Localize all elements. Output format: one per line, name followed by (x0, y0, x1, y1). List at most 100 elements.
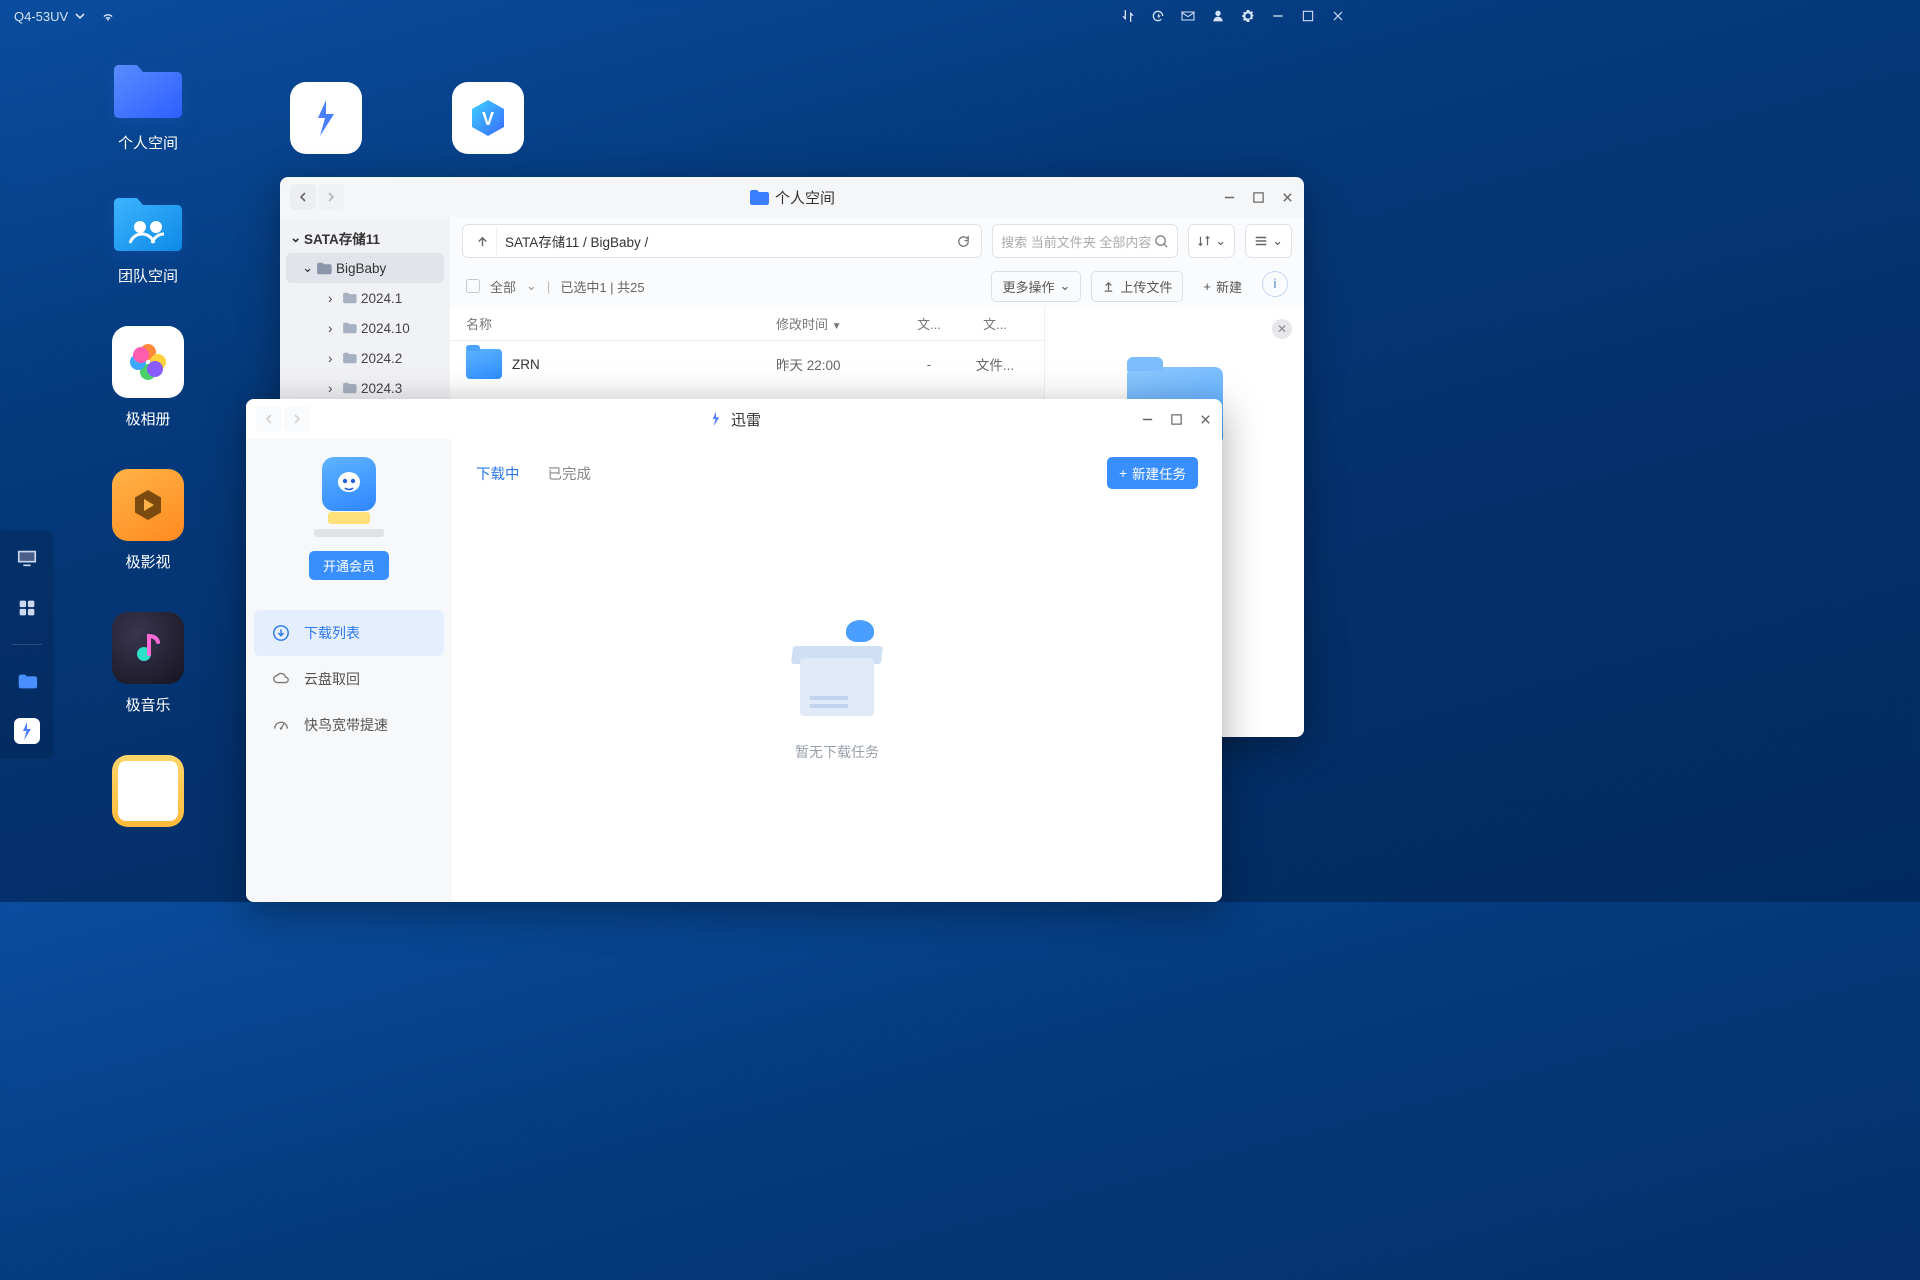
dock-apps[interactable] (13, 594, 41, 622)
xl-titlebar: 迅雷 (246, 399, 1222, 439)
xl-sidebar: VIP|年 开通会员 下载列表 云盘取回 快鸟宽带提速 (246, 439, 452, 902)
create-button[interactable]: +新建 (1193, 271, 1252, 302)
row-mtime: 昨天 22:00 (776, 354, 896, 374)
more-actions-button[interactable]: 更多操作⌄ (991, 271, 1081, 302)
tree-folder[interactable]: ›2024.10 (280, 313, 450, 343)
breadcrumb-path: SATA存储11 / BigBaby / (505, 231, 648, 251)
folder-team-icon (110, 193, 186, 255)
table-header: 名称 修改时间 ▼ 文... 文... (450, 307, 1044, 341)
breadcrumb[interactable]: SATA存储11 / BigBaby / (462, 224, 982, 258)
cloud-icon (272, 670, 290, 688)
desktop-icon-personal[interactable]: 个人空间 (100, 60, 196, 153)
mail-icon[interactable] (1180, 8, 1196, 24)
maximize-icon[interactable] (1300, 8, 1316, 24)
tree-folder-selected[interactable]: ⌄BigBaby (286, 253, 444, 283)
desktop-icon-label: 极影视 (125, 551, 170, 572)
dock-monitor[interactable] (13, 544, 41, 572)
empty-illustration (782, 612, 892, 722)
col-type[interactable]: 文... (962, 314, 1028, 333)
menu-downloads[interactable]: 下载列表 (254, 610, 444, 656)
xl-main: 下载中 已完成 +新建任务 暂无下载任务 (452, 439, 1222, 902)
menu-cloud[interactable]: 云盘取回 (246, 656, 452, 702)
row-type: 文件... (962, 354, 1028, 374)
user-icon[interactable] (1210, 8, 1226, 24)
nav-up[interactable] (469, 227, 497, 255)
minimize-icon[interactable] (1141, 413, 1154, 426)
desktop-icon-music[interactable]: 极音乐 (100, 612, 196, 715)
xunlei-icon (707, 410, 725, 428)
preview-close[interactable]: ✕ (1272, 319, 1292, 339)
all-label[interactable]: 全部 (490, 277, 516, 296)
nav-forward[interactable] (284, 406, 310, 432)
col-name[interactable]: 名称 (466, 314, 776, 333)
xl-avatar[interactable]: VIP|年 (322, 457, 376, 511)
photos-app-icon (112, 326, 184, 398)
menu-speedup[interactable]: 快鸟宽带提速 (246, 702, 452, 748)
xl-title: 迅雷 (731, 409, 761, 430)
empty-text: 暂无下载任务 (795, 742, 879, 762)
nav-back[interactable] (290, 184, 316, 210)
tree-folder[interactable]: ›2024.1 (280, 283, 450, 313)
dock-xunlei[interactable] (13, 717, 41, 745)
col-size[interactable]: 文... (896, 314, 962, 333)
sort-button[interactable]: ⌄ (1188, 224, 1235, 258)
search-input[interactable]: 搜索 当前文件夹 全部内容 (992, 224, 1178, 258)
select-all-checkbox[interactable] (466, 279, 480, 293)
fb-title: 个人空间 (775, 187, 835, 208)
xunlei-app-icon[interactable] (290, 82, 362, 154)
close-icon[interactable] (1199, 413, 1212, 426)
desktop-icon-team[interactable]: 团队空间 (100, 193, 196, 286)
wifi-icon[interactable] (100, 8, 116, 24)
xl-username (314, 529, 384, 537)
info-button[interactable]: i (1262, 271, 1288, 297)
view-button[interactable]: ⌄ (1245, 224, 1292, 258)
video-app-icon (112, 469, 184, 541)
folder-icon (316, 262, 332, 275)
svg-text:V: V (482, 109, 494, 129)
desktop-icon-label: 极相册 (125, 408, 170, 429)
new-task-button[interactable]: +新建任务 (1107, 457, 1198, 489)
maximize-icon[interactable] (1170, 413, 1183, 426)
folder-icon (749, 189, 769, 206)
tree-root[interactable]: ⌄SATA存储11 (280, 223, 450, 253)
music-app-icon (112, 612, 184, 684)
row-name: ZRN (512, 357, 540, 372)
col-mtime[interactable]: 修改时间 ▼ (776, 314, 896, 333)
desktop-icon-photos[interactable]: 极相册 (100, 326, 196, 429)
tab-downloading[interactable]: 下载中 (476, 463, 520, 484)
desktop-icons: 个人空间 团队空间 极相册 极影视 极音乐 (100, 60, 196, 827)
gear-icon[interactable] (1240, 8, 1256, 24)
speed-icon[interactable] (1150, 8, 1166, 24)
close-icon[interactable] (1330, 8, 1346, 24)
system-topbar: Q4-53UV (0, 0, 1354, 32)
speedometer-icon (272, 716, 290, 734)
transfer-icon[interactable] (1120, 8, 1136, 24)
xunlei-window: 迅雷 VIP|年 开通会员 下载列表 云盘取回 (246, 399, 1222, 902)
table-row[interactable]: ZRN 昨天 22:00 - 文件... (450, 341, 1044, 387)
vip-button[interactable]: 开通会员 (309, 551, 389, 580)
desktop-icon-notes[interactable] (100, 755, 196, 827)
desktop-icon-label: 团队空间 (118, 265, 178, 286)
upload-button[interactable]: 上传文件 (1091, 271, 1183, 302)
close-icon[interactable] (1281, 191, 1294, 204)
maximize-icon[interactable] (1252, 191, 1265, 204)
reload-icon[interactable] (951, 234, 975, 249)
desktop-icon-label: 个人空间 (118, 132, 178, 153)
tree-folder[interactable]: ›2024.2 (280, 343, 450, 373)
nav-forward[interactable] (318, 184, 344, 210)
nav-back[interactable] (256, 406, 282, 432)
desktop-icon-label: 极音乐 (125, 694, 170, 715)
minimize-icon[interactable] (1270, 8, 1286, 24)
dock (0, 530, 54, 759)
dock-files[interactable] (13, 667, 41, 695)
row-size: - (896, 357, 962, 372)
hex-app-icon[interactable]: V (452, 82, 524, 154)
search-placeholder: 搜索 当前文件夹 全部内容 (1001, 232, 1151, 251)
minimize-icon[interactable] (1223, 191, 1236, 204)
desktop-icon-video[interactable]: 极影视 (100, 469, 196, 572)
device-selector[interactable]: Q4-53UV (8, 8, 94, 24)
folder-blue-icon (110, 60, 186, 122)
notes-app-icon (112, 755, 184, 827)
download-icon (272, 624, 290, 642)
tab-done[interactable]: 已完成 (548, 463, 592, 484)
